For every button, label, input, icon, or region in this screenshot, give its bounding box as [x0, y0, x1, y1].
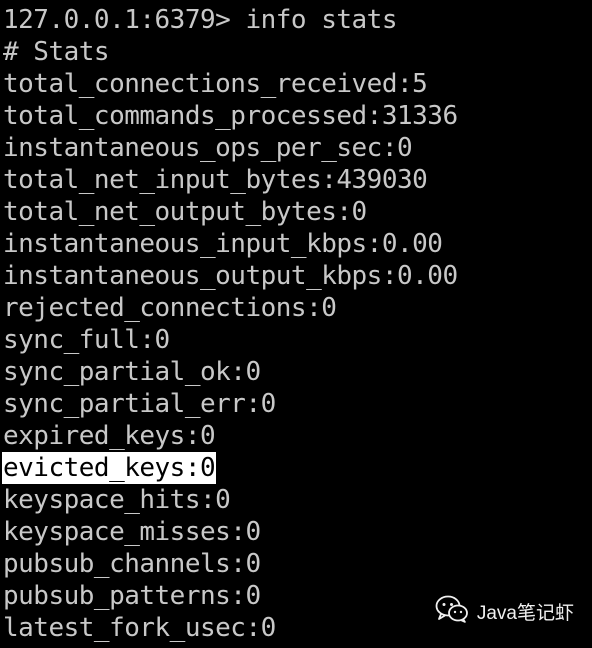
watermark-text: Java笔记虾 [476, 603, 574, 624]
output-line: sync_partial_ok:0 [3, 357, 261, 387]
output-line: sync_full:0 [3, 325, 170, 355]
output-line: instantaneous_ops_per_sec:0 [3, 133, 413, 163]
output-line: pubsub_channels:0 [3, 549, 261, 579]
output-line: total_net_input_bytes:439030 [3, 165, 428, 195]
terminal-output: 127.0.0.1:6379> info stats # Stats total… [2, 4, 459, 644]
output-line: pubsub_patterns:0 [3, 581, 261, 611]
section-header: # Stats [3, 37, 110, 67]
output-line: instantaneous_input_kbps:0.00 [3, 229, 443, 259]
terminal-window[interactable]: 127.0.0.1:6379> info stats # Stats total… [0, 0, 592, 648]
watermark: Java笔记虾 [435, 595, 574, 628]
output-line: total_net_output_bytes:0 [3, 197, 367, 227]
wechat-icon [435, 595, 469, 628]
output-line: keyspace_misses:0 [3, 517, 261, 547]
selected-output-line[interactable]: evicted_keys:0 [2, 452, 459, 484]
output-line: latest_fork_usec:0 [3, 613, 276, 643]
output-line: total_commands_processed:31336 [3, 101, 458, 131]
output-line: rejected_connections:0 [3, 293, 337, 323]
command-line: 127.0.0.1:6379> info stats [3, 5, 398, 35]
output-line: total_connections_received:5 [3, 69, 428, 99]
output-line: instantaneous_output_kbps:0.00 [3, 261, 458, 291]
output-line: sync_partial_err:0 [3, 389, 276, 419]
output-line: keyspace_hits:0 [3, 485, 231, 515]
output-line: expired_keys:0 [3, 421, 216, 451]
